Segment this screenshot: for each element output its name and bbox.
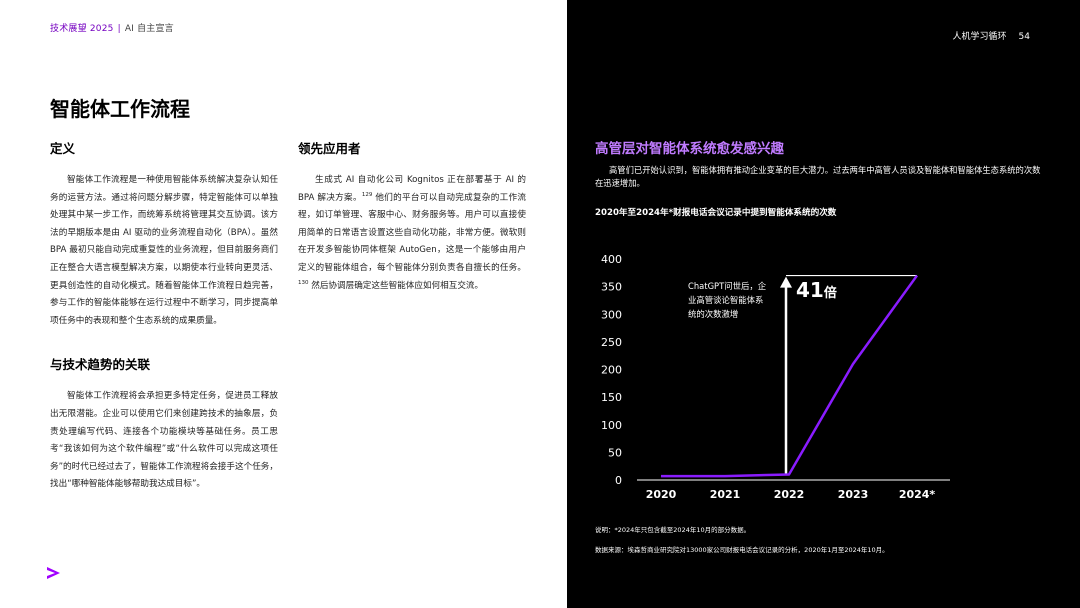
chapter-header: 人机学习循环 54: [953, 29, 1030, 42]
y-tick-label: 300: [601, 308, 622, 321]
left-page: 技术展望 2025 | AI 自主宣言 智能体工作流程 定义 智能体工作流程是一种使…: [0, 0, 567, 608]
page-number: 54: [1018, 32, 1030, 42]
report-name[interactable]: 技术展望 2025: [50, 24, 114, 34]
y-tick-label: 150: [601, 391, 622, 404]
y-tick-label: 350: [601, 281, 622, 294]
definition-body: 智能体工作流程是一种使用智能体系统解决复杂认知任务的运营方法。通过将问题分解步骤…: [50, 175, 278, 326]
growth-unit: 倍: [823, 286, 837, 301]
y-tick-label: 100: [601, 419, 622, 432]
breadcrumb-separator: |: [117, 24, 121, 34]
leading-apps-heading: 领先应用者: [298, 141, 361, 156]
growth-callout: 41倍: [796, 278, 837, 302]
leading-apps-body: 生成式 AI 自动化公司 Kognitos 正在部署基于 AI 的 BPA 解决…: [298, 175, 527, 291]
brand-logo-icon: [47, 567, 60, 579]
left-column: 定义 智能体工作流程是一种使用智能体系统解决复杂认知任务的运营方法。通过将问题分…: [50, 138, 278, 494]
chart-subtitle: 2020年至2024年*财报电话会议记录中提到智能体系统的次数: [595, 208, 837, 218]
section-name[interactable]: AI 自主宣言: [125, 24, 174, 34]
y-tick-label: 200: [601, 364, 622, 377]
y-tick-label: 50: [608, 446, 622, 459]
right-column: 领先应用者 生成式 AI 自动化公司 Kognitos 正在部署基于 AI 的 …: [298, 138, 526, 295]
growth-value: 41: [796, 278, 824, 302]
y-tick-label: 400: [601, 253, 622, 266]
breadcrumb: 技术展望 2025 | AI 自主宣言: [50, 21, 174, 34]
x-tick-label: 2023: [838, 488, 869, 501]
x-tick-label: 2022: [774, 488, 805, 501]
footnote-ref[interactable]: 130: [298, 280, 309, 286]
relation-body: 智能体工作流程将会承担更多特定任务，促进员工释放出无限潜能。企业可以使用它们来创…: [50, 391, 278, 490]
chart-panel-title: 高管层对智能体系统愈发感兴趣: [595, 141, 784, 157]
x-tick-label: 2021: [710, 488, 741, 501]
growth-arrow-head: [780, 276, 792, 288]
x-tick-label: 2020: [646, 488, 677, 501]
relation-heading: 与技术趋势的关联: [50, 357, 151, 373]
chapter-name: 人机学习循环: [952, 32, 1007, 42]
chart-annotation: ChatGPT问世后，企业高管谈论智能体系统的次数激增: [688, 281, 767, 319]
y-tick-label: 250: [601, 336, 622, 349]
right-page: 人机学习循环 54 高管层对智能体系统愈发感兴趣 高管们已开始认识到，智能体拥有推…: [567, 0, 1080, 608]
y-tick-label: 0: [615, 474, 622, 487]
chart-footnote: 说明：*2024年只包含截至2024年10月的部分数据。: [595, 526, 751, 534]
footnote-ref[interactable]: 129: [362, 192, 373, 198]
page-title: 智能体工作流程: [50, 97, 190, 121]
chart-panel-intro: 高管们已开始认识到，智能体拥有推动企业变革的巨大潜力。过去两年中高管人员谈及智能…: [595, 165, 1041, 188]
chart-source: 数据来源：埃森哲商业研究院对13000家公司财报电话会议记录的分析，2020年1…: [595, 546, 889, 554]
x-tick-label: 2024*: [899, 488, 936, 501]
definition-heading: 定义: [50, 141, 76, 156]
